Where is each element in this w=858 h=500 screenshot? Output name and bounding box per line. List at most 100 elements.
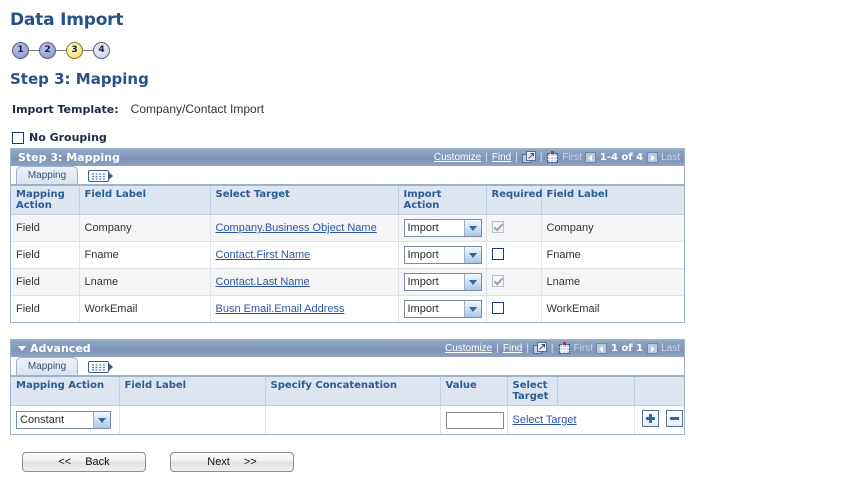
cell-mapping-action: Field (11, 268, 80, 296)
cell-specify-concatenation (265, 405, 441, 434)
download-spreadsheet-icon[interactable] (558, 342, 571, 355)
required-checkbox[interactable] (491, 247, 504, 260)
cell-mapping-action: Field (11, 241, 80, 269)
last-label[interactable]: Last (661, 343, 680, 354)
cell-field-label (119, 405, 266, 434)
col-header-spacer (557, 377, 635, 406)
col-header-mapping-action[interactable]: Mapping Action (11, 186, 80, 215)
toolbar-separator: | (515, 152, 518, 163)
col-header-select-target[interactable]: Select Target (507, 377, 558, 406)
find-link[interactable]: Find (492, 152, 511, 163)
expand-icon[interactable] (532, 342, 547, 355)
mapping-grid-toolbar: Customize | Find | | First 1-4 of 4 Last (434, 151, 680, 164)
first-label[interactable]: First (562, 152, 581, 163)
footer-buttons: << Back Next >> (22, 452, 848, 472)
back-button[interactable]: << Back (22, 452, 146, 472)
required-checkbox[interactable] (491, 301, 504, 314)
import-action-value: Import (407, 303, 439, 315)
value-input[interactable] (445, 411, 504, 429)
step-node-1[interactable]: 1 (12, 41, 29, 59)
mapping-table-header-row: Mapping Action Field Label Select Target… (11, 186, 684, 215)
import-action-value: Import (407, 249, 439, 261)
select-target-link[interactable]: Select Target (513, 414, 577, 426)
cell-select-target: Select Target (507, 405, 635, 434)
col-header-field-label[interactable]: Field Label (119, 377, 266, 406)
next-button[interactable]: Next >> (170, 452, 294, 472)
mapping-grid-header: Step 3: Mapping Customize | Find | | Fir… (11, 149, 684, 166)
cell-field-label-2: Lname (541, 268, 684, 296)
col-header-import-action[interactable]: Import Action (398, 186, 487, 215)
find-link[interactable]: Find (503, 343, 522, 354)
chevron-down-icon (93, 412, 110, 428)
step-connector-1 (29, 49, 39, 51)
col-header-value[interactable]: Value (440, 377, 508, 406)
select-target-link[interactable]: Busn Email.Email Address (216, 303, 345, 315)
col-header-select-target[interactable]: Select Target (210, 186, 399, 215)
chevron-down-icon (463, 301, 481, 317)
mapping-table: Mapping Action Field Label Select Target… (11, 186, 684, 322)
no-grouping-checkbox[interactable] (12, 131, 24, 144)
tab-mapping-advanced[interactable]: Mapping (16, 357, 78, 375)
show-all-columns-icon[interactable] (88, 360, 114, 374)
import-action-select[interactable]: Import (403, 219, 482, 237)
cell-field-label: Company (79, 214, 211, 242)
cell-select-target: Company.Business Object Name (210, 214, 399, 242)
advanced-table-header-row: Mapping Action Field Label Specify Conca… (11, 377, 684, 406)
cell-field-label-2: Company (541, 214, 684, 242)
back-button-label: Back (85, 456, 110, 468)
select-target-link[interactable]: Contact.First Name (216, 249, 311, 261)
advanced-grid: Advanced Customize | Find | | First 1 of… (10, 339, 685, 435)
add-row-button[interactable] (641, 410, 659, 427)
col-header-actions (634, 377, 684, 406)
next-arrow-icon[interactable] (647, 152, 659, 163)
first-label[interactable]: First (574, 343, 593, 354)
customize-link[interactable]: Customize (445, 343, 492, 354)
cell-field-label: Fname (79, 241, 211, 269)
mapping-action-value: Constant (20, 414, 65, 426)
cell-required (486, 295, 542, 322)
step-indicator: 1 2 3 4 (12, 39, 848, 61)
import-template-value: Company/Contact Import (130, 102, 265, 116)
expand-icon[interactable] (521, 151, 536, 164)
col-header-specify-concatenation[interactable]: Specify Concatenation (265, 377, 441, 406)
required-checkbox (491, 220, 504, 233)
collapse-triangle-icon[interactable] (18, 346, 26, 351)
cell-field-label-2: WorkEmail (546, 303, 600, 315)
select-target-link[interactable]: Contact.Last Name (216, 276, 310, 288)
next-arrow-icon[interactable] (647, 343, 659, 354)
no-grouping-label: No Grouping (29, 131, 107, 144)
row-range: 1 of 1 (610, 343, 644, 354)
toolbar-separator: | (550, 343, 554, 354)
toolbar-separator: | (539, 152, 543, 163)
remove-row-button[interactable] (665, 410, 683, 427)
cell-select-target: Contact.First Name (210, 241, 399, 269)
import-action-select[interactable]: Import (403, 246, 482, 264)
col-header-field-label[interactable]: Field Label (79, 186, 211, 215)
cell-import-action: Import (398, 241, 487, 269)
cell-field-label-2: Fname (541, 241, 684, 269)
table-row: Field WorkEmail Busn Email.Email Address… (11, 295, 684, 322)
step-node-3[interactable]: 3 (66, 41, 83, 59)
step-connector-3 (83, 49, 93, 51)
import-action-select[interactable]: Import (403, 300, 482, 318)
toolbar-separator: | (526, 343, 529, 354)
col-header-field-label-2[interactable]: Field Label (541, 186, 684, 215)
tab-mapping[interactable]: Mapping (16, 166, 78, 184)
show-all-columns-icon[interactable] (88, 169, 114, 183)
col-header-mapping-action[interactable]: Mapping Action (11, 377, 120, 406)
last-label[interactable]: Last (661, 152, 680, 163)
mapping-action-select[interactable]: Constant (16, 411, 111, 429)
customize-link[interactable]: Customize (434, 152, 481, 163)
step-node-2[interactable]: 2 (39, 41, 56, 59)
row-range: 1-4 of 4 (599, 152, 644, 163)
mapping-grid: Step 3: Mapping Customize | Find | | Fir… (10, 148, 685, 323)
select-target-link[interactable]: Company.Business Object Name (216, 222, 377, 234)
import-action-select[interactable]: Import (403, 273, 482, 291)
download-spreadsheet-icon[interactable] (546, 151, 559, 164)
prev-arrow-icon[interactable] (584, 152, 596, 163)
step-node-4[interactable]: 4 (93, 41, 110, 59)
col-header-required[interactable]: Required (486, 186, 543, 215)
chevron-down-icon (463, 220, 481, 236)
advanced-grid-title: Advanced (30, 342, 91, 355)
prev-arrow-icon[interactable] (595, 343, 607, 354)
